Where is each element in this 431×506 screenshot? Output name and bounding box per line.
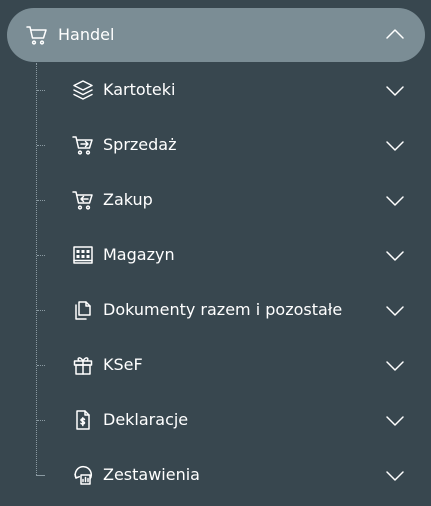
menu-item-label: Dokumenty razem i pozostałe <box>103 300 343 319</box>
menu-item-deklaracje[interactable]: Deklaracje <box>37 400 425 440</box>
tree-connector <box>37 255 45 256</box>
menu-item-ksef[interactable]: KSeF <box>37 345 425 385</box>
chevron-down-icon[interactable] <box>385 414 405 427</box>
tree-connector <box>37 420 45 421</box>
warehouse-icon <box>72 244 94 266</box>
handel-header[interactable]: Handel <box>7 8 425 62</box>
chevron-down-icon[interactable] <box>385 469 405 482</box>
chevron-down-icon[interactable] <box>385 249 405 262</box>
report-refresh-icon <box>72 464 94 486</box>
tree-connector <box>37 90 45 91</box>
document-dollar-icon <box>72 409 94 431</box>
tree-connector <box>37 145 45 146</box>
chevron-down-icon[interactable] <box>385 304 405 317</box>
chevron-down-icon[interactable] <box>385 84 405 97</box>
layers-icon <box>72 79 94 101</box>
chevron-up-icon[interactable] <box>385 27 405 41</box>
tree-connector <box>37 310 45 311</box>
menu-item-label: Magazyn <box>103 245 175 264</box>
tree-connector <box>37 200 45 201</box>
cart-icon <box>26 24 48 46</box>
chevron-down-icon[interactable] <box>385 139 405 152</box>
tree-line-end <box>36 475 44 476</box>
cart-arrow-out-icon <box>72 134 94 156</box>
menu-item-label: KSeF <box>103 355 143 374</box>
menu-item-zestawienia[interactable]: Zestawienia <box>37 455 425 495</box>
chevron-down-icon[interactable] <box>385 359 405 372</box>
documents-icon <box>72 299 94 321</box>
menu-item-label: Zestawienia <box>103 465 200 484</box>
menu-item-label: Kartoteki <box>103 80 176 99</box>
cart-arrow-in-icon <box>72 189 94 211</box>
menu-item-label: Deklaracje <box>103 410 189 429</box>
menu-item-dokumenty[interactable]: Dokumenty razem i pozostałe <box>37 290 425 330</box>
menu-item-label: Zakup <box>103 190 153 209</box>
menu-item-zakup[interactable]: Zakup <box>37 180 425 220</box>
chevron-down-icon[interactable] <box>385 194 405 207</box>
handel-menu: Handel Kartoteki Sprzedaż Zakup Magazyn … <box>0 0 431 506</box>
menu-item-label: Sprzedaż <box>103 135 177 154</box>
menu-item-kartoteki[interactable]: Kartoteki <box>37 70 425 110</box>
gift-icon <box>72 354 94 376</box>
menu-item-magazyn[interactable]: Magazyn <box>37 235 425 275</box>
handel-label: Handel <box>58 25 115 44</box>
tree-connector <box>37 365 45 366</box>
menu-item-sprzedaz[interactable]: Sprzedaż <box>37 125 425 165</box>
